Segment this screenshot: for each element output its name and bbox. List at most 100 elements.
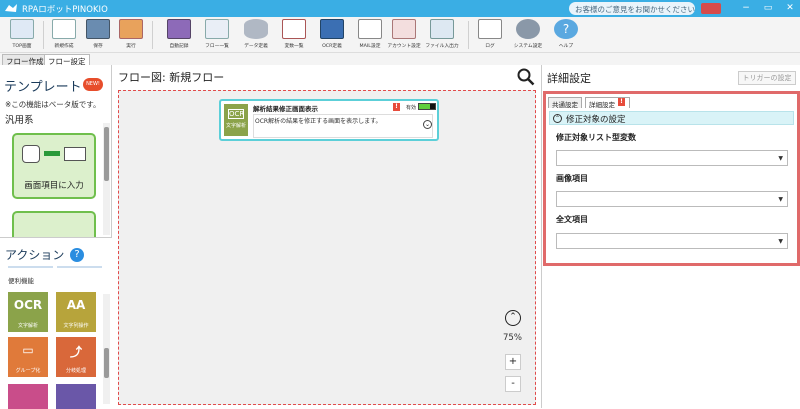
section-title: 修正対象の設定 xyxy=(566,115,626,125)
collapse-icon[interactable]: ⌃ xyxy=(553,114,562,123)
flow-list-icon xyxy=(205,19,229,39)
action-string-button[interactable]: AA 文字列操作 xyxy=(56,292,96,332)
dropdown-arrow-icon: ▼ xyxy=(778,155,783,162)
fulltext-item-select[interactable]: ▼ xyxy=(556,233,788,249)
app-logo-icon xyxy=(5,4,17,12)
save-icon xyxy=(86,19,110,39)
record-icon xyxy=(167,19,191,39)
image-item-select[interactable]: ▼ xyxy=(556,191,788,207)
top-screen-button[interactable]: TOP画面 xyxy=(4,19,40,52)
ocr-icon: OCR 文字解析 xyxy=(224,104,248,136)
save-button[interactable]: 保存 xyxy=(80,19,116,52)
action-branch-button[interactable]: ⤴ 分岐処理 xyxy=(56,337,96,377)
zoom-in-button[interactable]: + xyxy=(505,354,521,370)
enabled-toggle[interactable] xyxy=(418,103,436,110)
dropdown-arrow-icon: ▼ xyxy=(778,238,783,245)
actions-scrollbar[interactable] xyxy=(103,294,110,404)
toolbar-divider xyxy=(468,21,469,49)
template-card-2[interactable] xyxy=(12,211,96,237)
template-card-input[interactable]: 画面項目に入力 xyxy=(12,133,96,199)
warning-icon: ! xyxy=(618,98,625,106)
tab-common-settings[interactable]: 共通設定 xyxy=(548,97,582,109)
node-description: OCR解析の結果を修正する画面を表示します。 xyxy=(253,114,433,138)
node-title: 解析結果修正画面表示 xyxy=(253,105,318,113)
mail-settings-button[interactable]: MAIL設定 xyxy=(352,19,388,52)
keyboard-icon xyxy=(64,147,86,161)
enabled-label: 有効 xyxy=(406,105,417,111)
toolbar: TOP画面 新規作成 保存 実行 自動記録 フロー一覧 データ定義 変数一覧 O… xyxy=(0,17,800,53)
trigger-settings-button[interactable]: トリガーの設定 xyxy=(738,71,796,85)
action-window-button[interactable] xyxy=(56,384,96,409)
field-label-fulltext-item: 全文項目 xyxy=(556,215,588,224)
actions-subtitle: 便利機能 xyxy=(8,277,34,285)
zoom-level: 75% xyxy=(503,333,522,343)
scrollbar-thumb[interactable] xyxy=(104,127,109,181)
details-panel: 詳細設定 トリガーの設定 共通設定 詳細設定 ! ⌃ 修正対象の設定 修正対象リ… xyxy=(541,65,800,408)
mouse-icon xyxy=(22,145,40,163)
log-icon xyxy=(478,19,502,39)
new-badge: NEW! xyxy=(83,78,103,91)
template-category: 汎用系 xyxy=(5,115,34,126)
ocr-definition-button[interactable]: OCR定義 xyxy=(314,19,350,52)
help-button[interactable]: ? ヘルプ xyxy=(548,19,584,52)
divider xyxy=(57,266,102,268)
actions-help-icon[interactable]: ? xyxy=(70,248,84,262)
flow-list-button[interactable]: フロー一覧 xyxy=(199,19,235,52)
title-bar: RPAロボットPINOKIO お客様のご意見をお聞かせください − ▭ ✕ xyxy=(0,0,800,17)
action-group-button[interactable]: ▭ グループ化 xyxy=(8,337,48,377)
details-title: 詳細設定 xyxy=(547,72,591,85)
section-header[interactable]: ⌃ 修正対象の設定 xyxy=(549,111,794,125)
account-icon xyxy=(392,19,416,39)
account-settings-button[interactable]: アカウント設定 xyxy=(386,19,422,52)
system-settings-button[interactable]: システム設定 xyxy=(510,19,546,52)
file-io-button[interactable]: ファイル入出力 xyxy=(424,19,460,52)
new-icon xyxy=(52,19,76,39)
flow-node[interactable]: OCR 文字解析 解析結果修正画面表示 ! 有効 OCR解析の結果を修正する画面… xyxy=(219,99,439,141)
zoom-out-button[interactable]: - xyxy=(505,376,521,392)
template-card-label: 画面項目に入力 xyxy=(24,181,84,191)
minimize-button[interactable]: − xyxy=(738,2,754,15)
arrow-right-icon xyxy=(44,151,60,156)
list-variable-select[interactable]: ▼ xyxy=(556,150,788,166)
action-loop-button[interactable] xyxy=(8,384,48,409)
ocr-def-icon xyxy=(320,19,344,39)
tab-flow-create[interactable]: フロー作成 xyxy=(2,54,48,66)
close-button[interactable]: ✕ xyxy=(782,2,798,15)
action-ocr-button[interactable]: OCR 文字解析 xyxy=(8,292,48,332)
tab-flow-settings[interactable]: フロー設定 xyxy=(44,54,90,66)
field-label-image-item: 画像項目 xyxy=(556,174,588,183)
file-io-icon xyxy=(430,19,454,39)
data-definition-button[interactable]: データ定義 xyxy=(238,19,274,52)
variable-list-button[interactable]: 変数一覧 xyxy=(276,19,312,52)
variable-list-icon xyxy=(282,19,306,39)
field-label-list-variable: 修正対象リスト型変数 xyxy=(556,133,636,142)
search-icon[interactable] xyxy=(517,68,535,86)
divider xyxy=(8,266,53,268)
actions-panel: アクション ? 便利機能 OCR 文字解析 AA 文字列操作 ▭ グループ化 ⤴ 分岐処… xyxy=(0,237,112,409)
mail-icon xyxy=(358,19,382,39)
run-button[interactable]: 実行 xyxy=(113,19,149,52)
feedback-link[interactable]: お客様のご意見をお聞かせください xyxy=(569,2,695,15)
log-button[interactable]: ログ xyxy=(472,19,508,52)
run-icon xyxy=(119,19,143,39)
gear-icon xyxy=(516,19,540,39)
maximize-button[interactable]: ▭ xyxy=(760,2,776,15)
top-icon xyxy=(10,19,34,39)
scroll-up-icon[interactable]: ⌃ xyxy=(505,310,521,326)
dropdown-arrow-icon: ▼ xyxy=(778,196,783,203)
feedback-icon[interactable] xyxy=(701,3,721,14)
beta-note: ※この機能はベータ版です。 xyxy=(5,100,101,109)
flow-canvas[interactable]: OCR 文字解析 解析結果修正画面表示 ! 有効 OCR解析の結果を修正する画面… xyxy=(118,90,536,405)
toolbar-divider xyxy=(43,21,44,49)
actions-title: アクション xyxy=(5,248,65,262)
template-title: テンプレート xyxy=(4,80,82,95)
detail-highlight-box: 共通設定 詳細設定 ! ⌃ 修正対象の設定 修正対象リスト型変数 ▼ 画像項目 … xyxy=(543,91,800,266)
auto-record-button[interactable]: 自動記録 xyxy=(161,19,197,52)
help-icon: ? xyxy=(554,19,578,39)
scrollbar-thumb[interactable] xyxy=(104,348,109,378)
data-def-icon xyxy=(244,19,268,39)
chevron-down-icon[interactable]: ⌄ xyxy=(423,120,432,129)
template-scrollbar[interactable] xyxy=(103,123,110,235)
new-button[interactable]: 新規作成 xyxy=(46,19,82,52)
flow-title: フロー図: 新規フロー xyxy=(118,71,225,84)
